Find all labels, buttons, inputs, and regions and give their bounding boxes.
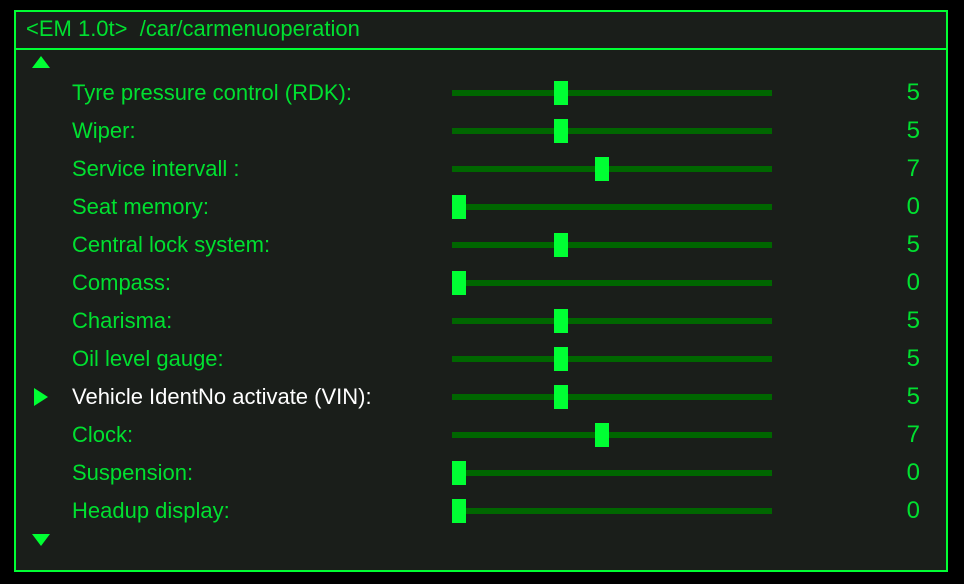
setting-slider[interactable]: [452, 347, 772, 371]
setting-value: 5: [840, 117, 930, 145]
title-path: /car/carmenuoperation: [140, 16, 360, 41]
setting-value: 0: [840, 459, 930, 487]
settings-row[interactable]: Compass: 0: [32, 264, 930, 302]
settings-list: Tyre pressure control (RDK): 5 Wiper: 5 Serv…: [16, 74, 946, 530]
slider-thumb[interactable]: [554, 119, 568, 143]
setting-label: Tyre pressure control (RDK):: [72, 80, 452, 106]
setting-value: 0: [840, 269, 930, 297]
setting-label: Charisma:: [72, 308, 452, 334]
slider-thumb[interactable]: [554, 81, 568, 105]
slider-thumb[interactable]: [554, 347, 568, 371]
slider-thumb[interactable]: [452, 461, 466, 485]
settings-row[interactable]: Central lock system: 5: [32, 226, 930, 264]
setting-value: 7: [840, 421, 930, 449]
setting-label: Headup display:: [72, 498, 452, 524]
slider-thumb[interactable]: [595, 423, 609, 447]
setting-label: Compass:: [72, 270, 452, 296]
app-window: <EM 1.0t> /car/carmenuoperation Tyre pre…: [14, 10, 948, 572]
setting-label: Suspension:: [72, 460, 452, 486]
settings-row[interactable]: Vehicle IdentNo activate (VIN): 5: [32, 378, 930, 416]
title-prefix: <EM 1.0t>: [26, 16, 128, 41]
triangle-up-icon: [32, 56, 50, 68]
slider-track: [452, 356, 772, 362]
setting-value: 0: [840, 193, 930, 221]
scroll-down-button[interactable]: [16, 532, 946, 552]
setting-label: Service intervall :: [72, 156, 452, 182]
setting-value: 0: [840, 497, 930, 525]
setting-value: 5: [840, 345, 930, 373]
settings-row[interactable]: Suspension: 0: [32, 454, 930, 492]
slider-thumb[interactable]: [452, 499, 466, 523]
setting-slider[interactable]: [452, 233, 772, 257]
slider-track: [452, 166, 772, 172]
setting-value: 5: [840, 231, 930, 259]
setting-value: 5: [840, 307, 930, 335]
cursor-arrow-icon: [34, 388, 48, 406]
setting-label: Seat memory:: [72, 194, 452, 220]
setting-slider[interactable]: [452, 81, 772, 105]
slider-track: [452, 432, 772, 438]
slider-thumb[interactable]: [452, 271, 466, 295]
setting-label: Wiper:: [72, 118, 452, 144]
setting-slider[interactable]: [452, 157, 772, 181]
setting-slider[interactable]: [452, 461, 772, 485]
settings-row[interactable]: Seat memory: 0: [32, 188, 930, 226]
slider-thumb[interactable]: [595, 157, 609, 181]
setting-slider[interactable]: [452, 195, 772, 219]
slider-track: [452, 508, 772, 514]
settings-row[interactable]: Clock: 7: [32, 416, 930, 454]
settings-row[interactable]: Headup display: 0: [32, 492, 930, 530]
slider-track: [452, 470, 772, 476]
setting-value: 5: [840, 383, 930, 411]
settings-row[interactable]: Tyre pressure control (RDK): 5: [32, 74, 930, 112]
slider-thumb[interactable]: [554, 233, 568, 257]
setting-slider[interactable]: [452, 119, 772, 143]
slider-track: [452, 280, 772, 286]
triangle-down-icon: [32, 534, 50, 546]
slider-thumb[interactable]: [554, 309, 568, 333]
settings-row[interactable]: Charisma: 5: [32, 302, 930, 340]
settings-row[interactable]: Oil level gauge: 5: [32, 340, 930, 378]
setting-slider[interactable]: [452, 385, 772, 409]
slider-track: [452, 128, 772, 134]
slider-track: [452, 90, 772, 96]
setting-label: Central lock system:: [72, 232, 452, 258]
scroll-up-button[interactable]: [16, 54, 946, 74]
setting-value: 5: [840, 79, 930, 107]
title-bar: <EM 1.0t> /car/carmenuoperation: [16, 12, 946, 50]
slider-track: [452, 394, 772, 400]
slider-track: [452, 204, 772, 210]
settings-row[interactable]: Service intervall : 7: [32, 150, 930, 188]
setting-label: Clock:: [72, 422, 452, 448]
slider-track: [452, 242, 772, 248]
setting-slider[interactable]: [452, 309, 772, 333]
setting-slider[interactable]: [452, 499, 772, 523]
settings-row[interactable]: Wiper: 5: [32, 112, 930, 150]
setting-slider[interactable]: [452, 423, 772, 447]
cursor-column: [32, 388, 72, 406]
setting-value: 7: [840, 155, 930, 183]
setting-label: Oil level gauge:: [72, 346, 452, 372]
setting-label: Vehicle IdentNo activate (VIN):: [72, 384, 452, 410]
setting-slider[interactable]: [452, 271, 772, 295]
slider-thumb[interactable]: [452, 195, 466, 219]
slider-thumb[interactable]: [554, 385, 568, 409]
slider-track: [452, 318, 772, 324]
